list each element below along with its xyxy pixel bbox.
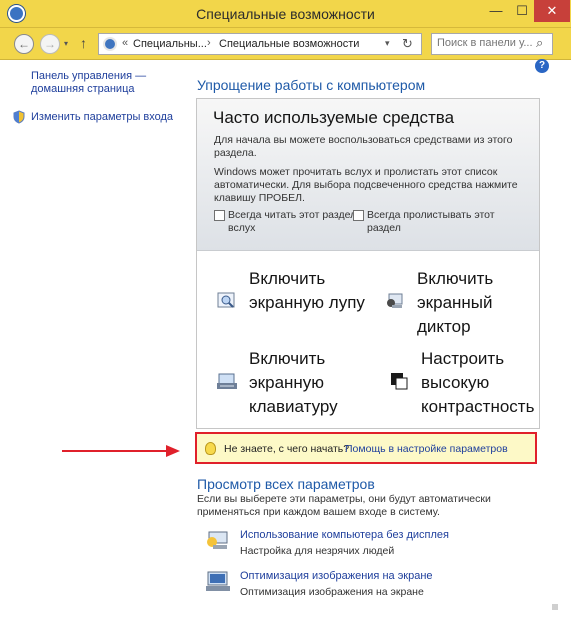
keyboard-icon xyxy=(217,373,237,389)
narrator-icon xyxy=(387,293,403,308)
title-bar: Специальные возможности — ☐ ✕ xyxy=(0,0,571,28)
common-tools-desc: Для начала вы можете воспользоваться сре… xyxy=(214,134,513,159)
search-box[interactable]: ⌕ xyxy=(431,33,553,55)
read-aloud-desc: Windows может прочитать вслух и пролиста… xyxy=(214,166,518,204)
all-settings-desc: Если вы выберете эти параметры, они буду… xyxy=(197,493,491,518)
setting-without-display[interactable]: Использование компьютера без дисплея Нас… xyxy=(205,529,465,563)
breadcrumb-control-panel[interactable]: Специальны... xyxy=(133,38,207,50)
start-narrator[interactable]: Включить экранный диктор xyxy=(385,267,535,339)
close-button[interactable]: ✕ xyxy=(534,0,570,22)
setting-without-display-subtitle: Настройка для незрячих людей xyxy=(240,545,395,557)
contrast-label[interactable]: Настроить высокую контрастность xyxy=(421,347,541,419)
setting-optimize-display-subtitle: Оптимизация изображения на экране xyxy=(240,586,424,598)
breadcrumb-separator[interactable]: › xyxy=(207,37,211,49)
setting-optimize-display[interactable]: Оптимизация изображения на экране Оптими… xyxy=(205,570,465,604)
change-login-settings-link[interactable]: Изменить параметры входа xyxy=(31,111,173,123)
search-input[interactable] xyxy=(437,37,533,49)
control-panel-icon xyxy=(103,37,117,51)
settings-help-link[interactable]: Помощь в настройке параметров xyxy=(345,443,508,455)
common-tools-heading: Часто используемые средства xyxy=(213,108,455,127)
checkbox-box[interactable] xyxy=(353,210,364,221)
up-button[interactable]: ↑ xyxy=(80,35,87,51)
setting-optimize-display-title[interactable]: Оптимизация изображения на экране xyxy=(240,570,433,582)
forward-button[interactable]: → xyxy=(40,34,60,54)
magnifier-icon xyxy=(217,292,235,308)
shield-icon xyxy=(13,110,25,124)
no-display-icon xyxy=(207,531,228,549)
address-bar[interactable]: « Специальны... › Специальные возможност… xyxy=(98,33,422,55)
getting-started-hint: Не знаете, с чего начать? Помощь в настр… xyxy=(195,432,537,464)
start-on-screen-keyboard[interactable]: Включить экранную клавиатуру xyxy=(217,347,367,419)
always-scroll-label[interactable]: Всегда пролистывать этот раздел xyxy=(367,209,503,235)
breadcrumb-overflow[interactable]: « xyxy=(122,37,128,49)
always-read-label[interactable]: Всегда читать этот раздел вслух xyxy=(228,209,364,235)
refresh-icon[interactable]: ↻ xyxy=(402,36,413,52)
hint-question: Не знаете, с чего начать? xyxy=(224,443,350,455)
search-icon[interactable]: ⌕ xyxy=(536,35,543,51)
scroll-indicator[interactable] xyxy=(552,604,558,610)
setting-without-display-title[interactable]: Использование компьютера без дисплея xyxy=(240,529,449,541)
control-panel-home-link[interactable]: Панель управления — домашняя страница xyxy=(31,70,161,96)
address-dropdown-icon[interactable]: ▾ xyxy=(385,38,390,49)
back-button[interactable]: ← xyxy=(14,34,34,54)
start-magnifier[interactable]: Включить экранную лупу xyxy=(217,267,367,339)
breadcrumb-accessibility[interactable]: Специальные возможности xyxy=(219,38,359,50)
minimize-button[interactable]: — xyxy=(482,0,510,22)
maximize-button[interactable]: ☐ xyxy=(508,0,536,22)
help-icon[interactable]: ? xyxy=(535,59,549,73)
magnifier-label[interactable]: Включить экранную лупу xyxy=(249,267,369,315)
navigation-bar: ← → ▾ ↑ « Специальны... › Специальные во… xyxy=(0,28,571,60)
common-tools-header: Часто используемые средства Для начала в… xyxy=(197,99,539,251)
checkbox-box[interactable] xyxy=(214,210,225,221)
set-high-contrast[interactable]: Настроить высокую контрастность xyxy=(389,347,539,419)
keyboard-label[interactable]: Включить экранную клавиатуру xyxy=(249,347,369,419)
narrator-label[interactable]: Включить экранный диктор xyxy=(417,267,537,339)
contrast-icon xyxy=(391,373,408,390)
all-settings-title: Просмотр всех параметров xyxy=(197,476,375,492)
monitor-icon xyxy=(206,571,230,591)
annotation-arrow xyxy=(62,445,180,457)
lightbulb-icon xyxy=(205,442,216,455)
ease-of-access-title: Упрощение работы с компьютером xyxy=(197,77,426,93)
common-tools-panel: Часто используемые средства Для начала в… xyxy=(196,98,540,429)
recent-locations-button[interactable]: ▾ xyxy=(64,39,68,48)
